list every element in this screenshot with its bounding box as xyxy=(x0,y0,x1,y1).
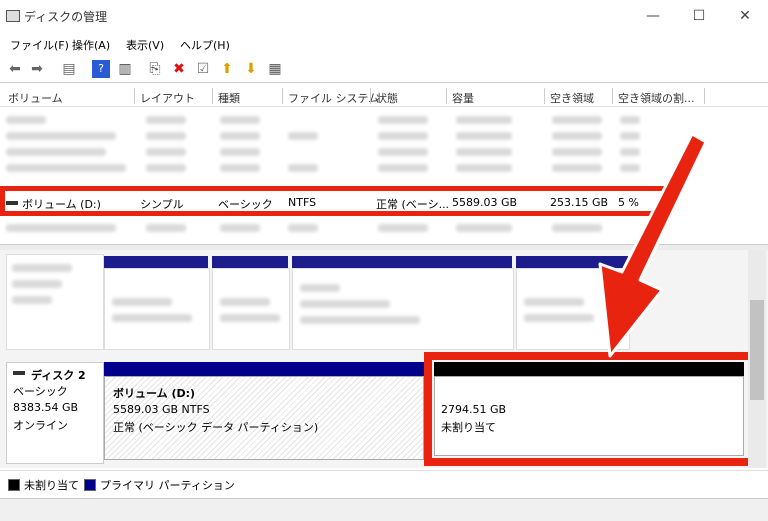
menu-file[interactable]: ファイル(F) xyxy=(10,37,69,53)
red-arrow-annotation xyxy=(598,132,708,358)
unallocated-swatch xyxy=(8,479,20,491)
volume-d-name: ボリューム (D:) xyxy=(113,387,196,400)
legend-primary: プライマリ パーティション xyxy=(100,479,235,492)
column-capacity[interactable]: 容量 xyxy=(452,90,474,106)
import-icon[interactable]: ⬇ xyxy=(242,60,260,78)
connect-icon[interactable]: ⎘ xyxy=(146,60,164,78)
disk2-size: 8383.54 GB xyxy=(13,401,79,414)
maximize-button[interactable]: ☐ xyxy=(676,0,722,32)
column-layout[interactable]: レイアウト xyxy=(140,90,195,106)
legend-unallocated: 未割り当て xyxy=(24,479,79,492)
column-filesystem[interactable]: ファイル システム xyxy=(288,90,379,106)
check-icon[interactable]: ☑ xyxy=(194,60,212,78)
menu-view[interactable]: 表示(V) xyxy=(126,37,164,53)
volume-list-header: ボリューム レイアウト 種類 ファイル システム 状態 容量 空き領域 空き領域… xyxy=(0,86,768,107)
window-title: ディスクの管理 xyxy=(24,10,108,24)
delete-icon[interactable]: ✖ xyxy=(170,60,188,78)
column-separator[interactable] xyxy=(446,88,447,104)
highlight-box-volume-row xyxy=(0,186,670,216)
column-type[interactable]: 種類 xyxy=(218,90,240,106)
menu-help[interactable]: ヘルプ(H) xyxy=(180,37,230,53)
volume-d-size-fs: 5589.03 GB NTFS xyxy=(113,403,210,416)
disk-management-app-icon xyxy=(6,10,20,22)
volume-d-partition[interactable]: ボリューム (D:) 5589.03 GB NTFS 正常 (ベーシック データ… xyxy=(104,376,424,460)
column-separator[interactable] xyxy=(704,88,705,104)
column-separator[interactable] xyxy=(282,88,283,104)
highlight-box-unallocated xyxy=(424,352,756,466)
legend: 未割り当て プライマリ パーティション xyxy=(0,470,768,497)
console-icon[interactable]: ▤ xyxy=(60,60,78,78)
menu-action[interactable]: 操作(A) xyxy=(72,37,110,53)
column-separator[interactable] xyxy=(212,88,213,104)
disk-icon xyxy=(13,371,25,375)
status-bar xyxy=(0,498,768,521)
column-volume[interactable]: ボリューム xyxy=(8,90,63,106)
column-free-space[interactable]: 空き領域 xyxy=(550,90,594,106)
scrollbar-thumb[interactable] xyxy=(750,300,764,400)
title-bar: ディスクの管理 — ☐ ✕ xyxy=(0,0,768,32)
column-separator[interactable] xyxy=(370,88,371,104)
primary-partition-swatch xyxy=(84,479,96,491)
disk2-label: ディスク 2 xyxy=(31,369,86,382)
disk2-state: オンライン xyxy=(13,419,68,432)
column-separator[interactable] xyxy=(612,88,613,104)
back-arrow-icon[interactable]: ⬅ xyxy=(6,60,24,78)
help-icon[interactable]: ? xyxy=(92,60,110,78)
disk2-type: ベーシック xyxy=(13,385,68,398)
column-status[interactable]: 状態 xyxy=(376,90,398,106)
properties-icon[interactable]: ▥ xyxy=(116,60,134,78)
volume-d-status: 正常 (ベーシック データ パーティション) xyxy=(113,421,319,434)
export-icon[interactable]: ⬆ xyxy=(218,60,236,78)
column-separator[interactable] xyxy=(134,88,135,104)
view-icon[interactable]: ▦ xyxy=(266,60,284,78)
menu-bar: ファイル(F) 操作(A) 表示(V) ヘルプ(H) xyxy=(0,34,768,54)
forward-arrow-icon[interactable]: ➡ xyxy=(28,60,46,78)
column-separator[interactable] xyxy=(544,88,545,104)
minimize-button[interactable]: — xyxy=(630,0,676,32)
volume-d-partition-bar xyxy=(104,362,424,376)
toolbar: ⬅ ➡ ▤ ? ▥ ⎘ ✖ ☑ ⬆ ⬇ ▦ xyxy=(0,56,768,83)
close-button[interactable]: ✕ xyxy=(722,0,768,32)
disk2-info-panel[interactable]: ディスク 2 ベーシック 8383.54 GB オンライン xyxy=(6,362,104,464)
column-free-percent[interactable]: 空き領域の割... xyxy=(618,90,695,106)
